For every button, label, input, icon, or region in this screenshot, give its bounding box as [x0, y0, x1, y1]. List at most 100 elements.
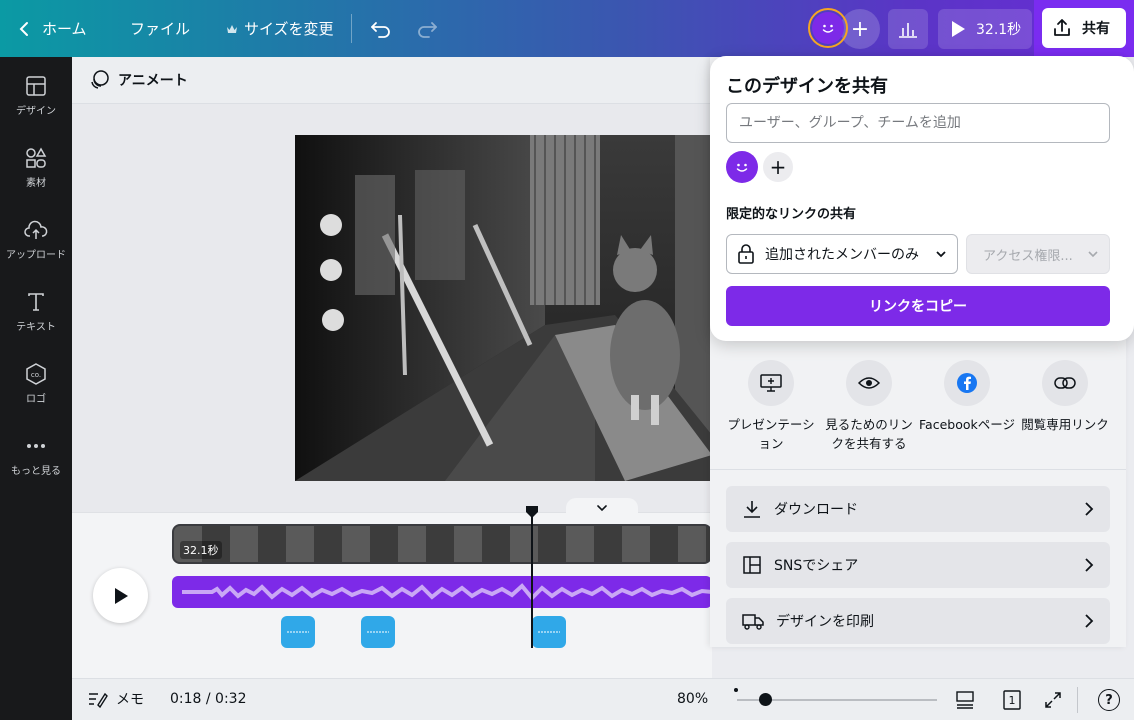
svg-text:co.: co.: [31, 371, 41, 379]
rail-item-label: アップロード: [6, 250, 66, 261]
smiley-avatar-icon: [812, 12, 844, 44]
share-option-label: Facebookページ: [919, 417, 1015, 432]
design-photo[interactable]: [295, 135, 712, 481]
chevron-right-icon: [1084, 557, 1094, 573]
share-option-present[interactable]: プレゼンテーション: [723, 360, 819, 454]
fullscreen-button[interactable]: [1041, 688, 1065, 712]
print-row[interactable]: デザインを印刷: [726, 598, 1110, 644]
time-readout: 0:18 / 0:32: [170, 691, 247, 707]
chevron-left-icon: [18, 21, 30, 37]
share-option-view-link[interactable]: 見るためのリンクを共有する: [821, 360, 917, 454]
user-avatar[interactable]: [808, 8, 848, 48]
playhead-handle-icon[interactable]: [525, 505, 539, 519]
invite-people-input[interactable]: [726, 103, 1110, 143]
share-label: 共有: [1082, 21, 1110, 37]
copy-link-label: リンクをコピー: [869, 299, 967, 315]
share-option-label: 閲覧専用リンク: [1021, 417, 1109, 432]
resize-button[interactable]: サイズを変更: [226, 0, 334, 57]
expand-icon: [1044, 691, 1062, 709]
text-icon: [24, 290, 48, 314]
link-access-select[interactable]: 追加されたメンバーのみ: [726, 234, 958, 274]
page-count: 1: [1008, 693, 1016, 707]
present-icon: [748, 360, 794, 406]
row-label: デザインを印刷: [776, 614, 874, 630]
rail-item-label: 素材: [26, 178, 46, 189]
file-menu-button[interactable]: ファイル: [130, 0, 190, 57]
lock-icon: [737, 244, 755, 264]
shapes-icon: [24, 146, 48, 170]
cloud-upload-icon: [24, 218, 48, 242]
permission-select[interactable]: アクセス権限...: [966, 234, 1110, 274]
video-clip-track[interactable]: [172, 524, 712, 564]
toolbar-divider: [351, 14, 352, 43]
row-label: SNSでシェア: [774, 558, 859, 574]
layout-icon: [24, 74, 48, 98]
notes-button[interactable]: メモ: [88, 689, 144, 709]
download-row[interactable]: ダウンロード: [726, 486, 1110, 532]
beat-marker[interactable]: [361, 616, 395, 648]
logo-icon: co.: [24, 362, 48, 386]
insights-button[interactable]: [888, 9, 928, 49]
rail-item-label: テキスト: [16, 322, 56, 333]
animate-button[interactable]: アニメート: [72, 57, 712, 104]
playhead[interactable]: [531, 510, 533, 648]
help-button[interactable]: ?: [1097, 688, 1121, 712]
chevron-down-icon: [596, 504, 608, 512]
video-clip-duration: 32.1秒: [180, 541, 222, 559]
home-button[interactable]: ホーム: [18, 0, 87, 57]
share-popup-title: このデザインを共有: [726, 76, 888, 97]
grid-view-button[interactable]: [953, 688, 977, 712]
beat-marker[interactable]: [281, 616, 315, 648]
share-option-label: プレゼンテーション: [727, 417, 815, 451]
duration-label: 32.1秒: [976, 22, 1022, 38]
zoom-percentage[interactable]: 80%: [677, 691, 708, 707]
help-icon: ?: [1098, 689, 1120, 711]
redo-button[interactable]: [416, 0, 438, 57]
link-section-title: 限定的なリンクの共有: [726, 207, 857, 222]
social-icon: [742, 555, 762, 575]
rail-item-more[interactable]: もっと見る: [0, 434, 72, 477]
row-label: ダウンロード: [774, 502, 858, 518]
rail-item-design[interactable]: デザイン: [0, 74, 72, 117]
timeline-play-button[interactable]: [93, 568, 148, 623]
undo-button[interactable]: [370, 0, 392, 57]
notes-icon: [88, 690, 108, 708]
audio-track[interactable]: [172, 576, 712, 608]
share-menu-divider: [710, 469, 1126, 470]
link-icon: [1042, 360, 1088, 406]
collaborator-avatar[interactable]: [726, 151, 758, 183]
rail-item-logo[interactable]: co. ロゴ: [0, 362, 72, 405]
add-person-button[interactable]: +: [763, 152, 793, 182]
social-share-row[interactable]: SNSでシェア: [726, 542, 1110, 588]
rail-item-elements[interactable]: 素材: [0, 146, 72, 189]
bottom-bar-divider: [1077, 687, 1078, 713]
play-icon: [950, 20, 966, 38]
share-option-facebook[interactable]: Facebookページ: [919, 360, 1015, 435]
home-label: ホーム: [42, 20, 87, 38]
copy-link-button[interactable]: リンクをコピー: [726, 286, 1110, 326]
share-button[interactable]: 共有: [1042, 8, 1126, 48]
rail-item-uploads[interactable]: アップロード: [0, 218, 72, 261]
pages-button[interactable]: 1: [1000, 688, 1024, 712]
present-play-button[interactable]: 32.1秒: [938, 9, 1032, 49]
chevron-down-icon: [1087, 250, 1099, 258]
animate-label: アニメート: [118, 73, 188, 89]
chevron-down-icon: [935, 250, 947, 258]
animate-icon: [88, 69, 110, 91]
beat-marker[interactable]: [532, 616, 566, 648]
permission-value: アクセス権限...: [983, 248, 1073, 264]
play-icon: [113, 587, 129, 605]
zoom-slider-handle[interactable]: [759, 693, 772, 706]
share-option-readonly-link[interactable]: 閲覧専用リンク: [1017, 360, 1113, 435]
chevron-right-icon: [1084, 501, 1094, 517]
chevron-right-icon: [1084, 613, 1094, 629]
rail-item-text[interactable]: テキスト: [0, 290, 72, 333]
plus-icon: +: [850, 16, 870, 42]
resize-label: サイズを変更: [244, 20, 334, 38]
share-option-label: 見るためのリンクを共有する: [825, 417, 913, 451]
link-access-value: 追加されたメンバーのみ: [765, 247, 919, 263]
rail-item-label: もっと見る: [11, 466, 61, 477]
zoom-track-marker: [734, 688, 738, 692]
timeline-collapse-button[interactable]: [566, 498, 638, 518]
crown-icon: [226, 23, 238, 35]
